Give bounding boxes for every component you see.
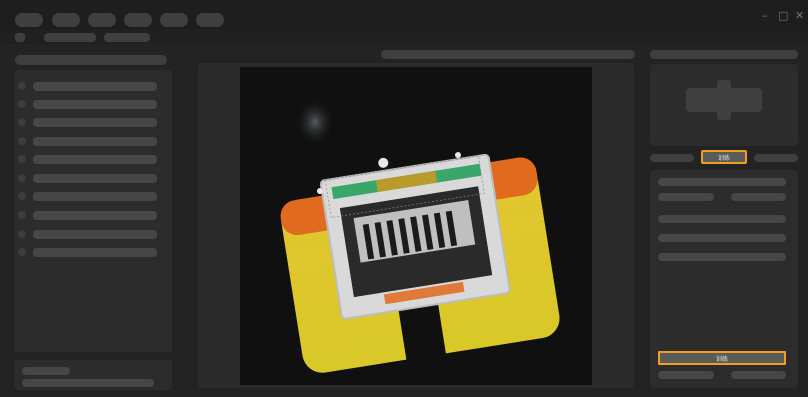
list-item-1[interactable] xyxy=(33,82,157,91)
list-item-6[interactable] xyxy=(33,174,157,183)
menu-item-4[interactable] xyxy=(124,13,152,27)
setting-row-2b[interactable] xyxy=(731,193,786,201)
setting-row-5[interactable] xyxy=(658,253,786,261)
list-item-8-icon xyxy=(18,211,26,219)
canvas-title-bar xyxy=(381,50,635,59)
bottom-option-right[interactable] xyxy=(731,371,786,379)
list-item-10[interactable] xyxy=(33,248,157,257)
menu-item-1[interactable] xyxy=(15,13,43,27)
toolbar-tab-2[interactable] xyxy=(104,33,150,42)
list-item-9[interactable] xyxy=(33,230,157,239)
setting-row-4[interactable] xyxy=(658,234,786,242)
list-item-5-icon xyxy=(18,155,26,163)
footer-item-1[interactable] xyxy=(22,367,70,375)
list-item-3[interactable] xyxy=(33,118,157,127)
setting-row-1[interactable] xyxy=(658,178,786,186)
list-item-3-icon xyxy=(18,118,26,126)
list-item-1-icon xyxy=(18,82,26,90)
list-item-4[interactable] xyxy=(33,137,157,146)
list-item-7[interactable] xyxy=(33,192,157,201)
list-item-8[interactable] xyxy=(33,211,157,220)
list-item-4-icon xyxy=(18,137,26,145)
menu-item-3[interactable] xyxy=(88,13,116,27)
toolbar-tab-1[interactable] xyxy=(44,33,96,42)
connector-image xyxy=(280,98,560,380)
toolbar-icon[interactable] xyxy=(15,33,25,42)
list-item-9-icon xyxy=(18,230,26,238)
menu-item-6[interactable] xyxy=(196,13,224,27)
add-icon-vertical xyxy=(717,80,731,120)
list-item-2[interactable] xyxy=(33,100,157,109)
option-right[interactable] xyxy=(754,154,798,162)
list-item-7-icon xyxy=(18,192,26,200)
list-item-5[interactable] xyxy=(33,155,157,164)
setting-row-3[interactable] xyxy=(658,215,786,223)
setting-row-2a[interactable] xyxy=(658,193,714,201)
close-icon[interactable]: ✕ xyxy=(795,10,804,21)
list-item-6-icon xyxy=(18,174,26,182)
menu-item-5[interactable] xyxy=(160,13,188,27)
right-panel-header xyxy=(650,50,798,59)
train-button-bottom[interactable]: 训练 xyxy=(658,351,786,365)
list-item-10-icon xyxy=(18,248,26,256)
train-button[interactable]: 训练 xyxy=(701,150,747,164)
bottom-option-left[interactable] xyxy=(658,371,714,379)
menu-item-2[interactable] xyxy=(52,13,80,27)
list-item-2-icon xyxy=(18,100,26,108)
sidebar-header xyxy=(15,55,167,65)
footer-item-2[interactable] xyxy=(22,379,154,387)
title-bar xyxy=(0,0,808,30)
image-viewport[interactable] xyxy=(240,67,592,385)
minimize-icon[interactable]: – xyxy=(762,10,768,21)
maximize-icon[interactable]: □ xyxy=(778,10,788,21)
option-left[interactable] xyxy=(650,154,694,162)
